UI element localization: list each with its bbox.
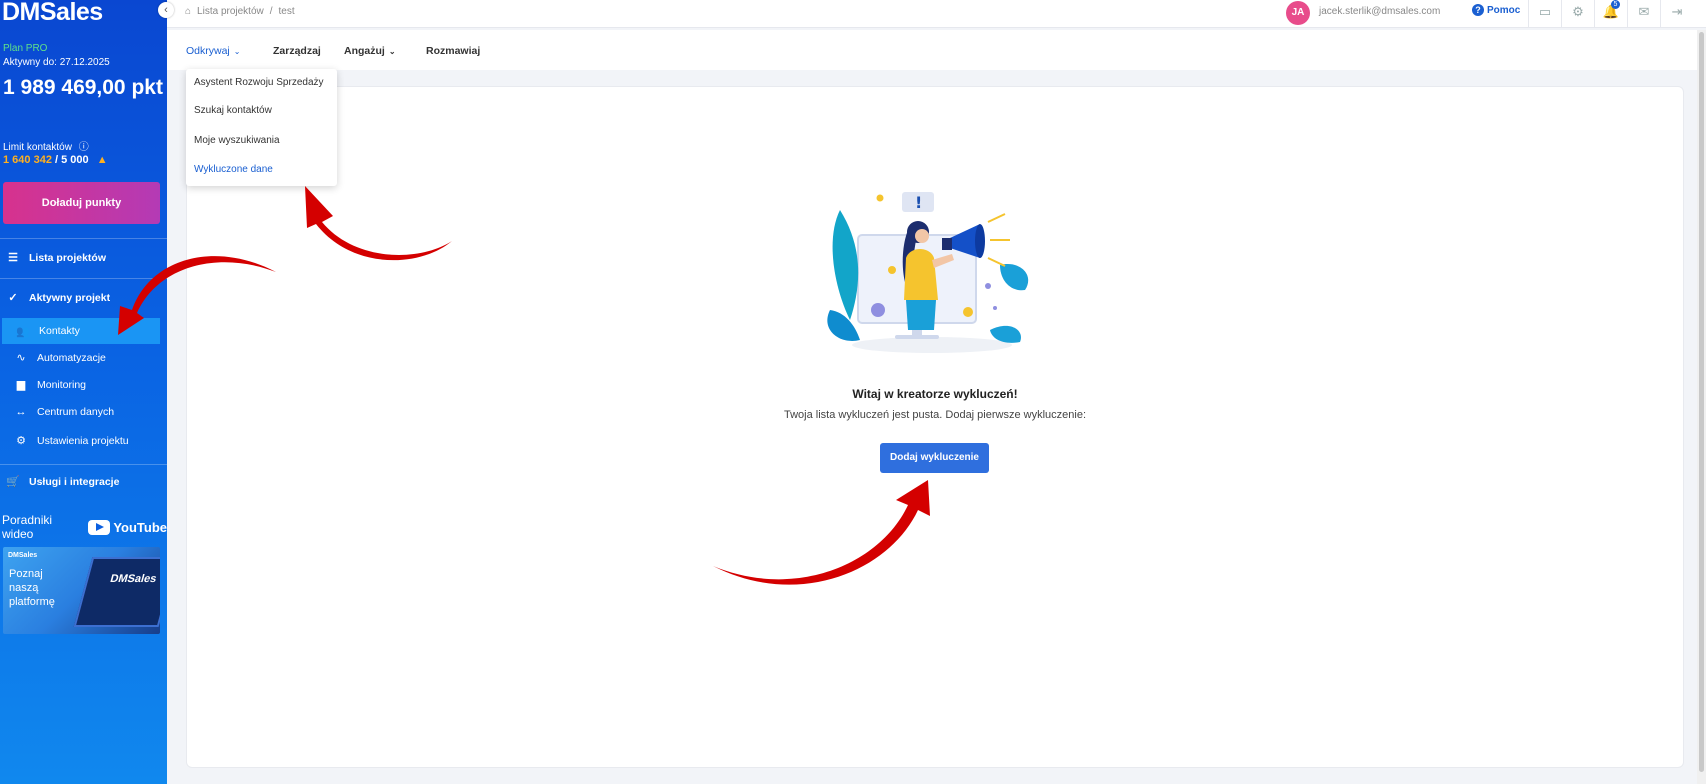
sidebar-divider: [0, 464, 167, 465]
sidebar-divider: [0, 278, 167, 279]
cart-icon: 🛒: [6, 476, 20, 488]
home-icon[interactable]: ⌂: [185, 6, 191, 17]
help-button[interactable]: ? Pomoc: [1472, 4, 1520, 16]
menu-item-search-contacts[interactable]: Szukaj kontaktów: [194, 105, 272, 116]
youtube-play-icon: [88, 519, 111, 535]
breadcrumb: ⌂ Lista projektów / test: [185, 6, 295, 17]
promo-banner[interactable]: DMSales Poznaj naszą platformę DMSales: [3, 547, 160, 634]
points-balance: 1 989 469,00 pkt: [3, 76, 163, 99]
promo-laptop-image: DMSales: [73, 557, 160, 627]
check-icon: ✓: [8, 292, 18, 304]
logout-icon[interactable]: ⇥: [1660, 0, 1693, 27]
sidebar-item-label: Monitoring: [37, 378, 87, 391]
contact-limit-value: 1 640 342 / 5 000 ▲: [3, 154, 108, 166]
tab-talk[interactable]: Rozmawiaj: [426, 45, 480, 57]
menu-item-my-searches[interactable]: Moje wyszukiwania: [194, 135, 280, 146]
settings-icon[interactable]: ⚙: [1561, 0, 1594, 27]
sidebar: DMSales Plan PRO Aktywny do: 27.12.2025 …: [0, 0, 167, 784]
bar-chart-icon: ▆: [16, 379, 26, 391]
discover-dropdown-menu: Asystent Rozwoju Sprzedaży Szukaj kontak…: [186, 69, 337, 186]
contact-limit-text: Limit kontaktów: [3, 142, 72, 153]
notification-badge: 5: [1611, 0, 1620, 9]
promo-text: Poznaj naszą platformę: [9, 568, 55, 608]
sidebar-item-monitoring[interactable]: ▆ Monitoring: [14, 378, 87, 392]
user-email[interactable]: jacek.sterlik@dmsales.com: [1319, 6, 1440, 17]
info-icon[interactable]: ⓘ: [79, 142, 89, 153]
tab-label: Angażuj: [344, 45, 385, 57]
sidebar-item-data-center[interactable]: ↔ Centrum danych: [14, 406, 115, 418]
breadcrumb-projects[interactable]: Lista projektów: [197, 6, 264, 17]
sidebar-item-label: Aktywny projekt: [29, 291, 111, 304]
tab-label: Zarządzaj: [273, 45, 321, 57]
gear-icon: ⚙: [16, 435, 26, 447]
video-tutorials-link[interactable]: Poradniki wideo YouTube: [2, 513, 167, 541]
mail-icon[interactable]: ✉: [1627, 0, 1660, 27]
tab-label: Odkrywaj: [186, 45, 230, 57]
add-exclusion-button[interactable]: Dodaj wykluczenie: [880, 443, 989, 473]
plan-active-until: Aktywny do: 27.12.2025: [3, 57, 110, 68]
breadcrumb-current: test: [278, 6, 295, 17]
contact-limit-used: 1 640 342: [3, 154, 52, 166]
scrollbar-thumb[interactable]: [1699, 32, 1704, 772]
sidebar-divider: [0, 238, 167, 239]
arrows-icon: ↔: [15, 406, 27, 418]
promo-brand: DMSales: [8, 552, 38, 559]
app-logo[interactable]: DMSales: [2, 0, 103, 27]
sidebar-item-label: Ustawienia projektu: [37, 434, 129, 447]
video-tutorials-label: Poradniki wideo: [2, 513, 53, 541]
tab-engage[interactable]: Angażuj ⌄: [344, 45, 396, 57]
sidebar-item-automations[interactable]: ∿ Automatyzacje: [14, 351, 106, 365]
help-label: Pomoc: [1487, 4, 1521, 16]
breadcrumb-separator: /: [269, 6, 273, 17]
chevron-down-icon: ⌄: [388, 47, 396, 56]
tab-discover[interactable]: Odkrywaj ⌄: [186, 45, 240, 57]
users-icon: 👥: [16, 325, 30, 338]
contact-limit-label: Limit kontaktów ⓘ: [3, 138, 89, 153]
sidebar-item-label: Automatyzacje: [37, 351, 106, 364]
list-icon: ☰: [8, 252, 18, 264]
tab-manage[interactable]: Zarządzaj: [273, 45, 321, 57]
question-icon: ?: [1472, 4, 1484, 16]
sidebar-item-active-project[interactable]: ✓ Aktywny projekt: [6, 291, 111, 305]
sidebar-item-label: Usługi i integracje: [29, 475, 120, 488]
chevron-down-icon: ⌄: [233, 47, 241, 56]
sidebar-item-label: Centrum danych: [37, 406, 115, 418]
avatar[interactable]: JA: [1286, 1, 1310, 25]
promo-screen-text: DMSales: [108, 573, 158, 585]
contact-limit-total: / 5 000: [55, 154, 89, 166]
trend-icon: ∿: [16, 352, 26, 364]
tab-label: Rozmawiaj: [426, 45, 481, 57]
top-bar: ⌂ Lista projektów / test JA jacek.sterli…: [167, 0, 1706, 28]
sidebar-item-label: Kontakty: [39, 325, 80, 337]
topup-points-button[interactable]: Doładuj punkty: [3, 182, 160, 224]
sidebar-item-contacts[interactable]: 👥 Kontakty: [2, 318, 160, 344]
plan-name: Plan PRO: [3, 43, 48, 54]
module-tabs: Odkrywaj ⌄ Zarządzaj Angażuj ⌄ Rozmawiaj: [167, 30, 1706, 70]
card-icon[interactable]: ▭: [1528, 0, 1561, 27]
menu-item-excluded-data[interactable]: Wykluczone dane: [194, 164, 273, 175]
youtube-logo: YouTube: [88, 519, 167, 535]
megaphone-illustration: !: [827, 192, 1029, 353]
sidebar-item-project-settings[interactable]: ⚙ Ustawienia projektu: [14, 434, 129, 448]
svg-text:!: !: [915, 193, 922, 212]
sidebar-item-projects[interactable]: ☰ Lista projektów: [6, 251, 107, 265]
menu-item-sales-assistant[interactable]: Asystent Rozwoju Sprzedaży: [194, 77, 324, 88]
warning-icon: ▲: [96, 154, 108, 166]
empty-state-message: Twoja lista wykluczeń jest pusta. Dodaj …: [783, 409, 1087, 421]
bell-icon[interactable]: 🔔 5: [1594, 0, 1627, 27]
page-title: Witaj w kreatorze wykluczeń!: [852, 387, 1018, 401]
sidebar-item-label: Lista projektów: [29, 251, 107, 264]
youtube-label: YouTube: [113, 519, 167, 535]
sidebar-item-services[interactable]: 🛒 Usługi i integracje: [6, 475, 120, 489]
collapse-sidebar-button[interactable]: ‹: [158, 2, 174, 18]
